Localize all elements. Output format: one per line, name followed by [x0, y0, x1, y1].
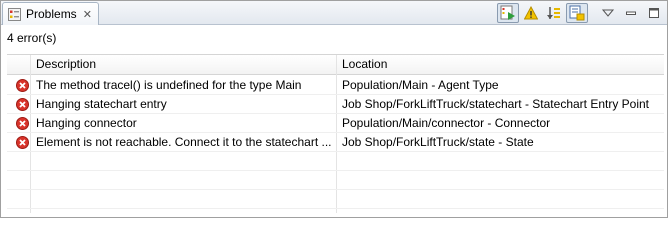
error-icon — [16, 117, 29, 130]
view-menu-button[interactable] — [597, 3, 619, 23]
minimize-icon — [626, 11, 636, 15]
row-location: Job Shop/ForkLiftTruck/statechart - Stat… — [342, 97, 650, 111]
close-icon[interactable]: ✕ — [83, 8, 92, 21]
table-row-empty — [7, 171, 664, 190]
table-row[interactable]: The method tracel() is undefined for the… — [7, 76, 664, 95]
run-filter-button[interactable] — [497, 3, 519, 23]
maximize-button[interactable] — [643, 3, 665, 23]
column-header-location[interactable]: Location — [337, 55, 387, 75]
table-row-empty — [7, 152, 664, 171]
maximize-icon — [649, 8, 659, 18]
problems-icon — [8, 7, 21, 21]
warnings-button[interactable] — [520, 3, 542, 23]
error-count: 4 error(s) — [7, 31, 57, 45]
table-row[interactable]: Hanging connector Population/Main/connec… — [7, 114, 664, 133]
row-location: Job Shop/ForkLiftTruck/state - State — [342, 135, 534, 149]
sort-icon — [547, 7, 560, 19]
problems-view: Problems ✕ 4 error(s) Description Locati… — [0, 0, 668, 218]
minimize-button[interactable] — [620, 3, 642, 23]
row-description: The method tracel() is undefined for the… — [36, 78, 302, 92]
tab-label: Problems — [26, 7, 77, 21]
table-body: The method tracel() is undefined for the… — [7, 76, 664, 209]
row-description: Hanging statechart entry — [36, 97, 167, 111]
view-toolbar — [496, 3, 665, 23]
run-filter-icon — [500, 5, 515, 20]
column-header-description[interactable]: Description — [31, 55, 96, 75]
table-row[interactable]: Element is not reachable. Connect it to … — [7, 133, 664, 152]
row-description: Element is not reachable. Connect it to … — [36, 135, 332, 149]
table-row-empty — [7, 190, 664, 209]
view-menu-icon — [602, 9, 614, 17]
link-editor-icon — [569, 5, 585, 21]
error-icon — [16, 98, 29, 111]
error-icon — [16, 79, 29, 92]
tab-bar: Problems ✕ — [1, 1, 667, 25]
tab-problems[interactable]: Problems ✕ — [2, 2, 99, 25]
warning-icon — [524, 6, 538, 20]
link-editor-button[interactable] — [566, 3, 588, 23]
row-description: Hanging connector — [36, 116, 137, 130]
error-icon — [16, 136, 29, 149]
sort-button[interactable] — [543, 3, 565, 23]
problems-table[interactable]: Description Location The method tracel()… — [7, 54, 664, 213]
table-row[interactable]: Hanging statechart entry Job Shop/ForkLi… — [7, 95, 664, 114]
row-location: Population/Main - Agent Type — [342, 78, 499, 92]
row-location: Population/Main/connector - Connector — [342, 116, 551, 130]
